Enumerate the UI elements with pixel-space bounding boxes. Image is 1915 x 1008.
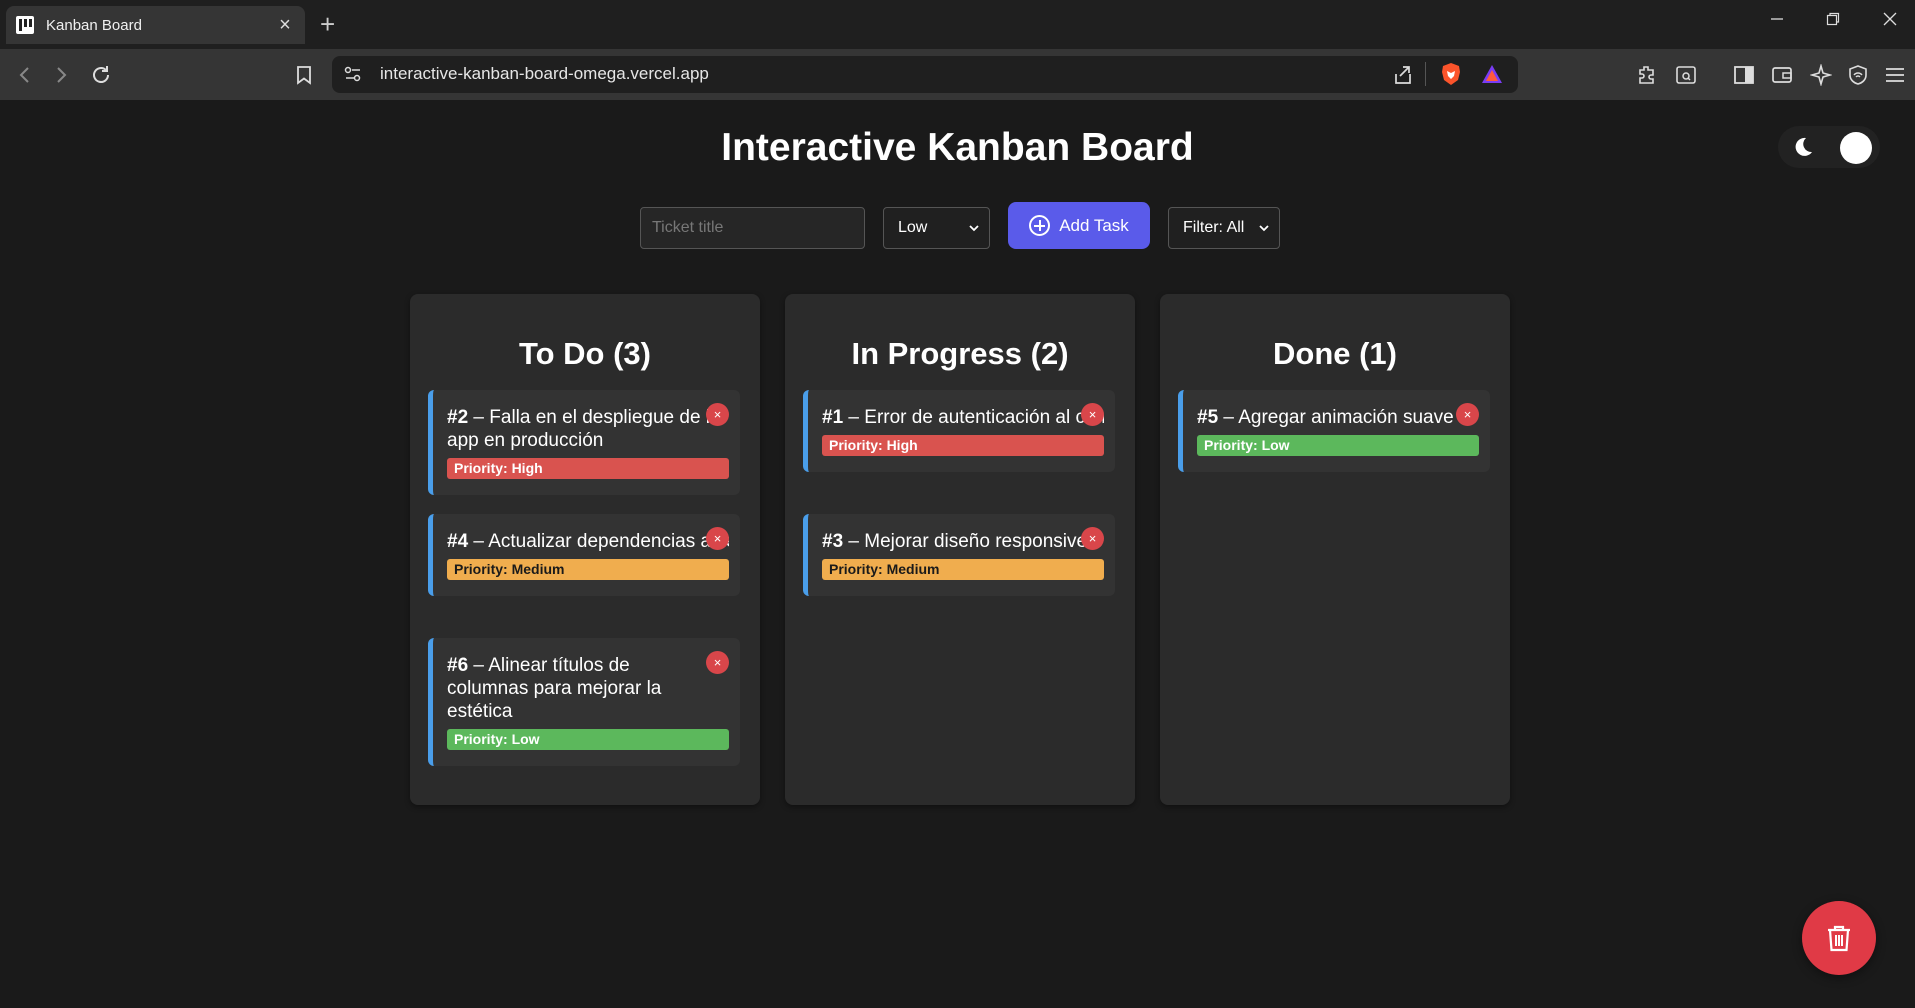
kanban-app: Interactive Kanban Board Low Add Task Fi… — [0, 100, 1915, 1008]
ticket-id: #2 — [447, 407, 469, 428]
extensions-icon[interactable] — [1634, 62, 1660, 88]
ticket-text: #6 – Alinear títulos de columnas para me… — [447, 654, 687, 723]
ticket-text: #3 – Mejorar diseño responsive en pantal… — [822, 530, 1104, 553]
filter-select-value: Filter: All — [1183, 219, 1245, 236]
priority-badge: Priority: Medium — [447, 559, 729, 580]
tab-close-icon[interactable]: × — [275, 15, 295, 35]
ticket-text: #4 – Actualizar dependencias a versiones… — [447, 530, 729, 553]
column-title: In Progress (2) — [851, 336, 1069, 371]
ticket-title: – Actualizar dependencias a versiones má… — [473, 531, 729, 552]
brave-rewards-icon[interactable] — [1481, 64, 1503, 89]
ticket-title: – Alinear títulos de columnas para mejor… — [447, 655, 662, 722]
delete-ticket-icon[interactable]: × — [1456, 403, 1479, 426]
ticket-title: – Mejorar diseño responsive en pantallas… — [848, 531, 1104, 552]
browser-tab[interactable]: Kanban Board × — [6, 6, 305, 44]
chevron-down-icon — [1259, 225, 1269, 232]
minimize-icon[interactable] — [1762, 10, 1792, 31]
browser-tab-bar: Kanban Board × + — [0, 0, 1915, 49]
ticket-title-input[interactable] — [640, 207, 865, 249]
url-text[interactable]: interactive-kanban-board-omega.vercel.ap… — [380, 64, 709, 84]
moon-icon — [1792, 136, 1814, 158]
leo-search-icon[interactable] — [1673, 62, 1699, 88]
ticket-id: #3 — [822, 531, 844, 552]
delete-ticket-icon[interactable]: × — [1081, 527, 1104, 550]
priority-select-value: Low — [898, 219, 928, 236]
back-icon[interactable] — [11, 61, 39, 89]
toggle-knob — [1840, 132, 1872, 164]
ticket-id: #5 — [1197, 407, 1219, 428]
priority-badge: Priority: High — [822, 435, 1104, 456]
priority-badge: Priority: High — [447, 458, 729, 479]
close-window-icon[interactable] — [1875, 10, 1905, 31]
tab-title: Kanban Board — [46, 16, 142, 34]
ticket-card[interactable]: #6 – Alinear títulos de columnas para me… — [428, 638, 740, 766]
bookmark-icon[interactable] — [290, 61, 318, 89]
new-tab-button[interactable]: + — [320, 11, 335, 37]
ticket-text: #5 – Agregar animación suave al arrastra… — [1197, 406, 1479, 429]
ticket-title: – Agregar animación suave al arrastrar t… — [1223, 407, 1479, 428]
priority-badge: Priority: Low — [447, 729, 729, 750]
browser-toolbar: interactive-kanban-board-omega.vercel.ap… — [0, 49, 1915, 100]
menu-icon[interactable] — [1882, 62, 1908, 88]
reload-icon[interactable] — [87, 61, 115, 89]
ticket-title: – Error de autenticación al cambiar cont… — [848, 407, 1104, 428]
address-bar[interactable]: interactive-kanban-board-omega.vercel.ap… — [332, 56, 1518, 93]
forward-icon[interactable] — [47, 61, 75, 89]
chevron-down-icon — [969, 225, 979, 232]
delete-ticket-icon[interactable]: × — [706, 403, 729, 426]
column-in-progress: In Progress (2) #1 – Error de autenticac… — [785, 294, 1135, 805]
column-title: To Do (3) — [518, 336, 651, 371]
vpn-shield-icon[interactable] — [1845, 62, 1871, 88]
delete-ticket-icon[interactable]: × — [1081, 403, 1104, 426]
add-task-button[interactable]: Add Task — [1008, 202, 1150, 249]
brave-shields-icon[interactable] — [1440, 62, 1462, 91]
ticket-id: #1 — [822, 407, 844, 428]
restore-icon[interactable] — [1818, 10, 1848, 31]
page-title: Interactive Kanban Board — [721, 126, 1194, 169]
ticket-card[interactable]: #2 – Falla en el despliegue de la app en… — [428, 390, 740, 495]
ticket-id: #6 — [447, 655, 469, 676]
trash-icon — [1828, 925, 1850, 952]
trash-drop-button[interactable] — [1802, 901, 1876, 975]
delete-ticket-icon[interactable]: × — [706, 527, 729, 550]
address-divider — [1425, 62, 1426, 86]
priority-badge: Priority: Medium — [822, 559, 1104, 580]
sidebar-icon[interactable] — [1731, 62, 1757, 88]
ticket-card[interactable]: #4 – Actualizar dependencias a versiones… — [428, 514, 740, 596]
ticket-card[interactable]: #1 – Error de autenticación al cambiar c… — [803, 390, 1115, 472]
delete-ticket-icon[interactable]: × — [706, 651, 729, 674]
site-settings-icon[interactable] — [344, 66, 362, 87]
kanban-favicon-icon — [16, 16, 34, 34]
ticket-id: #4 — [447, 531, 469, 552]
theme-toggle[interactable] — [1778, 126, 1880, 168]
column-done: Done (1) #5 – Agregar animación suave al… — [1160, 294, 1510, 805]
ticket-text: #1 – Error de autenticación al cambiar c… — [822, 406, 1104, 429]
ticket-text: #2 – Falla en el despliegue de la app en… — [447, 406, 729, 452]
plus-circle-icon — [1029, 215, 1051, 236]
filter-select[interactable]: Filter: All — [1168, 207, 1280, 249]
ticket-title: – Falla en el despliegue de la app en pr… — [447, 407, 721, 451]
wallet-icon[interactable] — [1769, 62, 1795, 88]
ticket-card[interactable]: #3 – Mejorar diseño responsive en pantal… — [803, 514, 1115, 596]
column-todo: To Do (3) #2 – Falla en el despliegue de… — [410, 294, 760, 805]
priority-badge: Priority: Low — [1197, 435, 1479, 456]
add-task-label: Add Task — [1059, 215, 1129, 235]
leo-ai-icon[interactable] — [1808, 62, 1834, 88]
priority-select[interactable]: Low — [883, 207, 990, 249]
ticket-card[interactable]: #5 – Agregar animación suave al arrastra… — [1178, 390, 1490, 472]
share-icon[interactable] — [1392, 64, 1414, 91]
column-title: Done (1) — [1273, 336, 1397, 371]
